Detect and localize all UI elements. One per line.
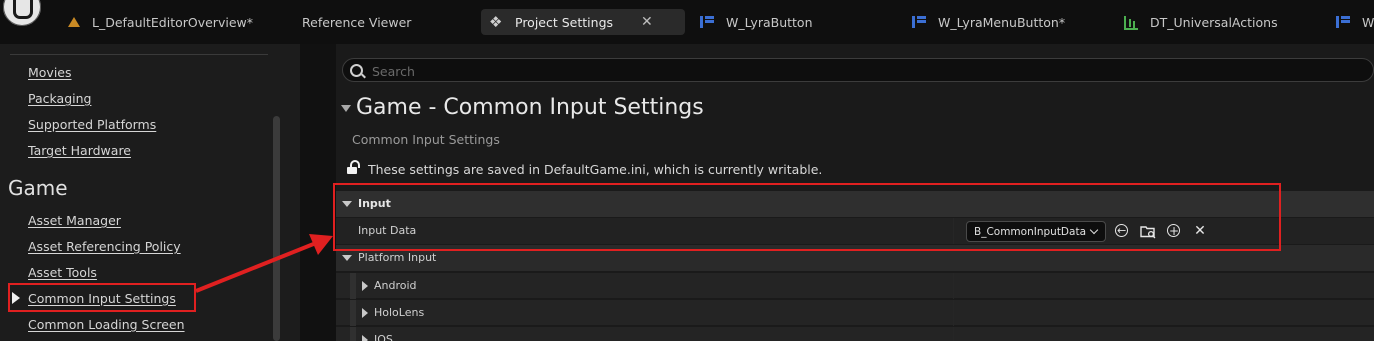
- highlight-box-sidebar: [8, 283, 196, 312]
- sidebar-scrollbar[interactable]: [273, 116, 280, 341]
- collapse-arrow-icon[interactable]: [341, 105, 351, 112]
- sidebar-item-asset-tools[interactable]: Asset Tools: [28, 265, 97, 280]
- tab-dt-universalactions[interactable]: DT_UniversalActions: [1124, 9, 1278, 35]
- section-title: Game - Common Input Settings: [356, 95, 704, 120]
- platform-row-ios[interactable]: IOS: [336, 326, 1374, 341]
- expand-arrow-icon[interactable]: [342, 255, 352, 261]
- settings-icon: ❖: [489, 13, 503, 31]
- column-divider: [953, 273, 954, 299]
- tab-level[interactable]: L_DefaultEditorOverview*: [66, 9, 253, 35]
- panel-gutter: [300, 44, 336, 341]
- column-divider: [953, 327, 954, 341]
- unlock-icon: [347, 160, 360, 174]
- sidebar-item-common-loading-screen[interactable]: Common Loading Screen: [28, 317, 185, 332]
- tab-label: W_: [1362, 14, 1374, 30]
- tab-label: L_DefaultEditorOverview*: [92, 14, 253, 30]
- search-input[interactable]: [370, 62, 1274, 80]
- platform-row-hololens[interactable]: HoloLens: [336, 299, 1374, 326]
- highlight-box-input: [333, 183, 1281, 251]
- close-icon[interactable]: ✕: [641, 14, 653, 30]
- widget-blueprint-icon: [700, 14, 716, 30]
- column-divider: [953, 300, 954, 326]
- sidebar-category-game: Game: [8, 176, 68, 200]
- search-icon: [350, 64, 363, 77]
- tab-w-truncated[interactable]: W_: [1336, 9, 1374, 35]
- platform-label: Android: [374, 279, 417, 292]
- unreal-logo-icon[interactable]: [1, 0, 43, 28]
- sidebar-item-supported-platforms[interactable]: Supported Platforms: [28, 117, 156, 132]
- section-subtitle: Common Input Settings: [352, 132, 500, 147]
- tab-label: Reference Viewer: [302, 14, 412, 30]
- expand-arrow-icon[interactable]: [362, 335, 368, 341]
- sidebar-divider: [10, 54, 268, 55]
- sidebar-item-movies[interactable]: Movies: [28, 65, 72, 80]
- sidebar-item-asset-manager[interactable]: Asset Manager: [28, 213, 121, 228]
- sidebar-item-packaging[interactable]: Packaging: [28, 91, 91, 106]
- data-table-icon: [1124, 14, 1140, 30]
- tab-project-settings[interactable]: ❖ Project Settings ✕: [481, 9, 685, 35]
- tab-label: DT_UniversalActions: [1150, 14, 1278, 30]
- widget-blueprint-icon: [1336, 14, 1352, 30]
- search-box[interactable]: [342, 58, 1374, 82]
- tab-label: W_LyraMenuButton*: [938, 14, 1066, 30]
- tab-label: Project Settings: [515, 14, 614, 30]
- platform-row-android[interactable]: Android: [336, 272, 1374, 299]
- editor-tab-bar: L_DefaultEditorOverview* Reference Viewe…: [0, 0, 1374, 44]
- expand-arrow-icon[interactable]: [362, 281, 368, 291]
- tab-reference-viewer[interactable]: Reference Viewer: [302, 9, 411, 35]
- category-label: Platform Input: [358, 251, 437, 264]
- widget-blueprint-icon: [912, 14, 928, 30]
- sidebar-item-asset-referencing-policy[interactable]: Asset Referencing Policy: [28, 239, 181, 254]
- platform-label: HoloLens: [374, 306, 425, 319]
- platform-label: IOS: [374, 333, 393, 341]
- tab-label: W_LyraButton: [726, 14, 813, 30]
- level-icon: [66, 14, 82, 30]
- expand-arrow-icon[interactable]: [362, 308, 368, 318]
- config-file-status: These settings are saved in DefaultGame.…: [368, 162, 823, 177]
- sidebar-item-target-hardware[interactable]: Target Hardware: [28, 143, 131, 158]
- tab-w-lyrabutton[interactable]: W_LyraButton: [700, 9, 813, 35]
- tab-w-lyramenubutton[interactable]: W_LyraMenuButton*: [912, 9, 1065, 35]
